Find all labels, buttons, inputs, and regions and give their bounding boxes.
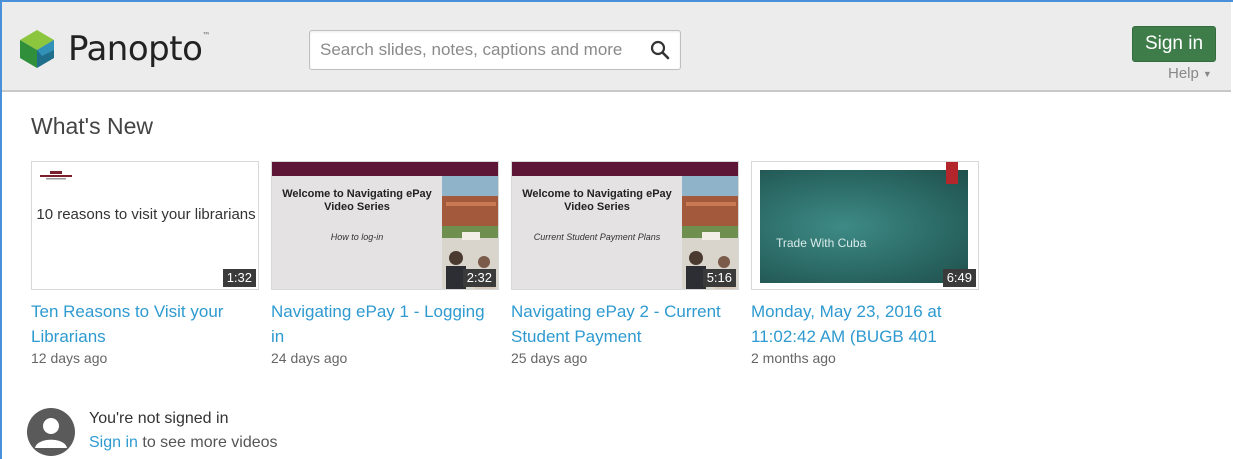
duration-badge: 2:32 [462, 268, 496, 287]
sign-in-link[interactable]: Sign in [89, 434, 138, 451]
duration-badge: 5:16 [702, 268, 736, 287]
video-title-link[interactable]: Navigating ePay 1 - Logging in [271, 299, 501, 349]
video-thumbnail[interactable]: Trade With Cuba 6:49 [751, 161, 979, 290]
not-signed-in-text: You're not signed in [89, 410, 229, 427]
panopto-logo[interactable]: Panopto™ [16, 28, 210, 70]
video-thumbnail[interactable]: Welcome to Navigating ePay Video Series … [271, 161, 499, 290]
thumbnail-subheading: How to log-in [330, 232, 384, 242]
video-thumbnail[interactable]: Welcome to Navigating ePay Video Series … [511, 161, 739, 290]
duration-badge: 6:49 [942, 268, 976, 287]
sign-in-button[interactable]: Sign in [1132, 26, 1216, 62]
university-logo-icon [40, 171, 72, 180]
video-card[interactable]: Trade With Cuba 6:49 Monday, May 23, 201… [751, 161, 979, 366]
signin-hint-text: to see more videos [137, 434, 278, 451]
section-title: What's New [31, 113, 153, 139]
thumbnail-heading: Trade With Cuba [776, 236, 867, 250]
thumbnail-subheading: Current Student Payment Plans [533, 232, 661, 242]
signin-hint: Sign in to see more videos [89, 434, 278, 452]
video-date: 2 months ago [751, 350, 836, 366]
search-box[interactable] [309, 30, 681, 70]
header-bar: Panopto™ Sign in Help ▼ [2, 2, 1231, 92]
video-card[interactable]: 10 reasons to visit your librarians 1:32… [31, 161, 259, 366]
logo-wordmark: Panopto™ [68, 29, 210, 69]
video-date: 25 days ago [511, 350, 588, 366]
panopto-logo-icon [20, 30, 54, 68]
slide-accent-bar [946, 162, 958, 184]
video-card[interactable]: Welcome to Navigating ePay Video Series … [271, 161, 499, 366]
video-title-link[interactable]: Ten Reasons to Visit your Librarians [31, 299, 261, 349]
help-label: Help [1168, 65, 1199, 82]
search-icon[interactable] [650, 40, 670, 60]
video-thumbnail[interactable]: 10 reasons to visit your librarians 1:32 [31, 161, 259, 290]
signin-prompt: You're not signed in Sign in to see more… [27, 408, 278, 456]
user-avatar-icon [27, 408, 75, 456]
thumbnail-caption: 10 reasons to visit your librarians [36, 206, 256, 223]
chevron-down-icon: ▼ [1202, 68, 1212, 79]
video-date: 24 days ago [271, 350, 348, 366]
duration-badge: 1:32 [222, 268, 256, 287]
search-input[interactable] [320, 31, 640, 69]
thumbnail-heading: Welcome to Navigating ePay Video Series [522, 188, 672, 213]
video-title-link[interactable]: Monday, May 23, 2016 at 11:02:42 AM (BUG… [751, 299, 981, 349]
help-menu[interactable]: Help ▼ [1168, 65, 1212, 82]
video-title-link[interactable]: Navigating ePay 2 - Current Student Paym… [511, 299, 741, 349]
slide-panel [760, 170, 968, 283]
video-card[interactable]: Welcome to Navigating ePay Video Series … [511, 161, 739, 366]
thumbnail-heading: Welcome to Navigating ePay Video Series [282, 188, 432, 213]
video-date: 12 days ago [31, 350, 108, 366]
